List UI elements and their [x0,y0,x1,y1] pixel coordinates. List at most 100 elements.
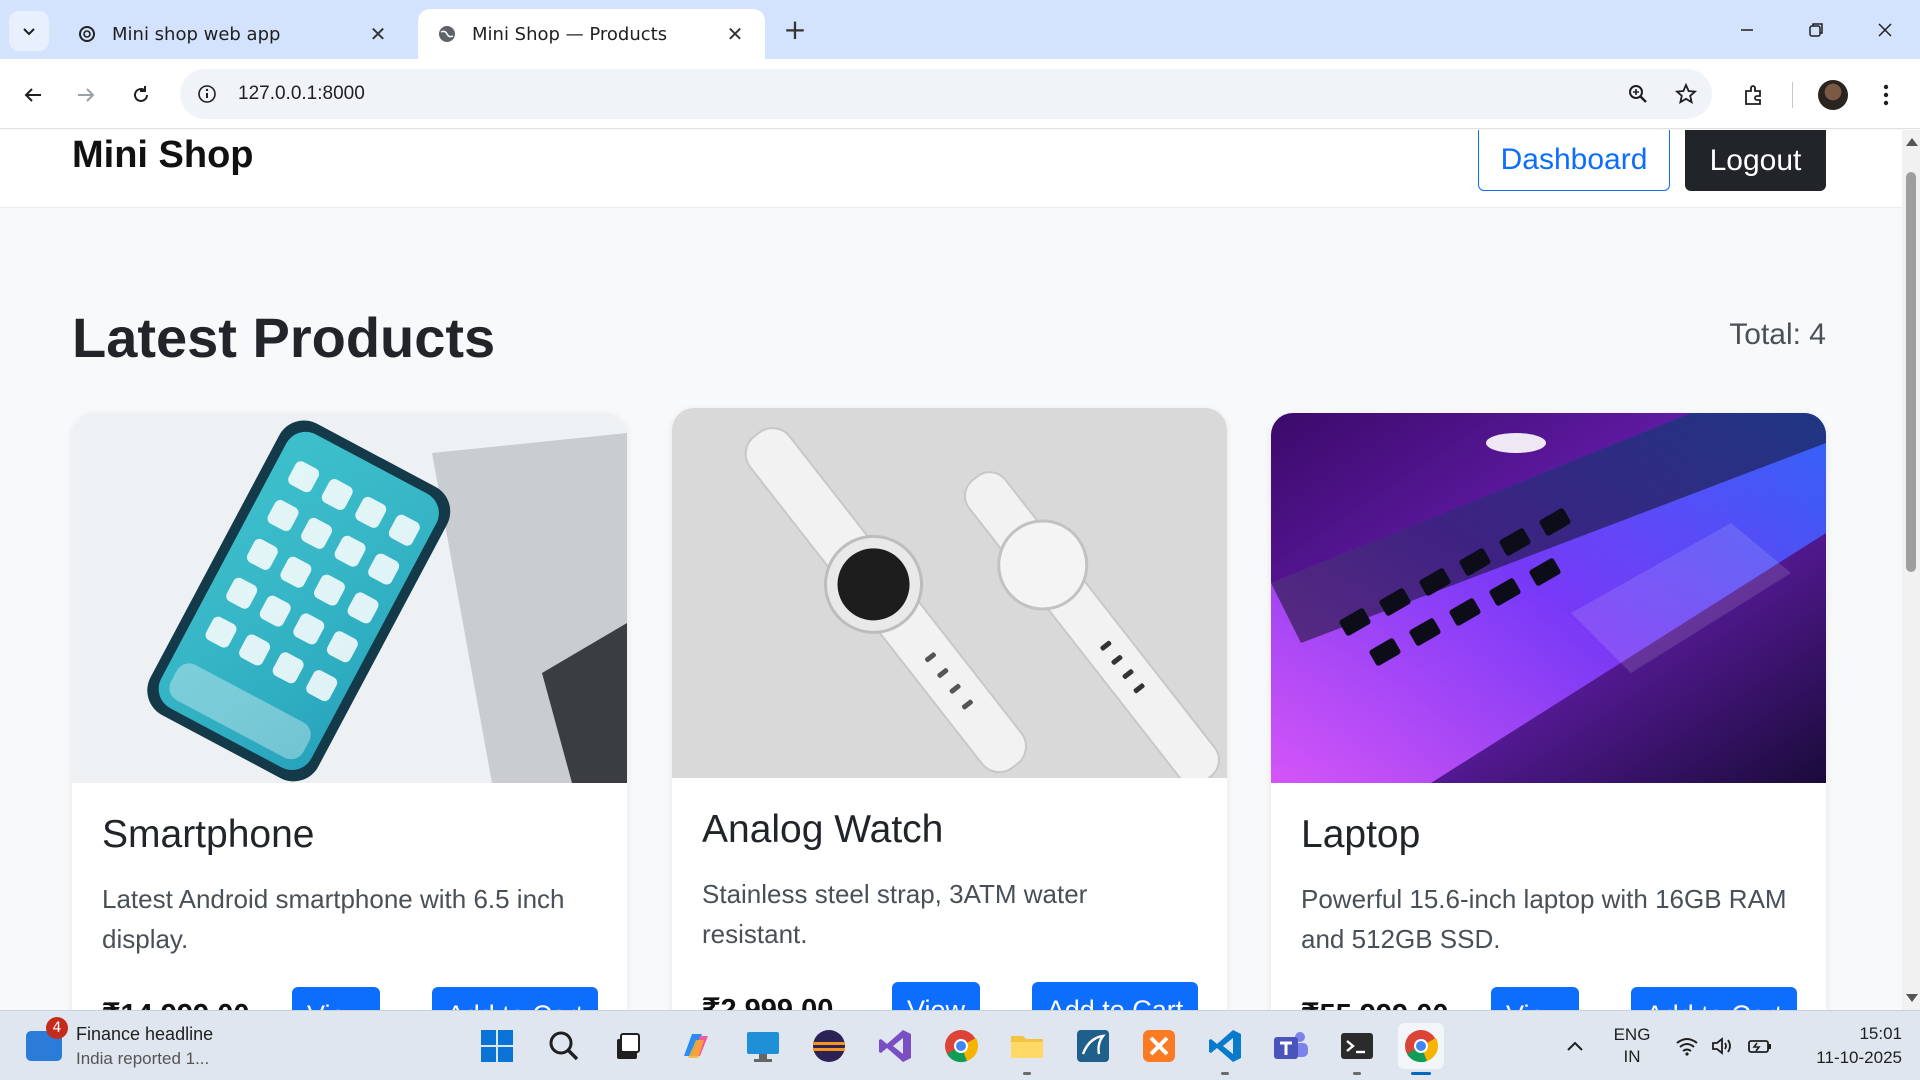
forward-button[interactable] [66,75,106,115]
restore-button[interactable] [1793,10,1839,50]
brand-logo[interactable]: Mini Shop [72,134,254,177]
copilot-icon [684,1034,708,1058]
clock-date: 11-10-2025 [1816,1048,1902,1067]
puzzle-icon [1745,85,1761,105]
extensions-button[interactable] [1734,75,1774,115]
teams-app[interactable] [1268,1023,1314,1069]
tab-mini-shop-web-app[interactable]: Mini shop web app ✕ [58,9,408,59]
avatar [1818,80,1848,110]
tab-mini-shop-products[interactable]: Mini Shop — Products ✕ [418,9,765,59]
region-code: IN [1623,1047,1641,1066]
reload-button[interactable] [121,75,161,115]
mysql-workbench-app[interactable] [1070,1023,1116,1069]
xampp-app[interactable] [1136,1023,1182,1069]
battery-icon [1748,1040,1771,1053]
chevron-up-icon [1567,1041,1583,1051]
reload-icon [134,86,148,102]
task-view-button[interactable] [605,1023,651,1069]
windows-taskbar: 4 Finance headline India reported 1... E… [0,1010,1920,1080]
product-title: Analog Watch [702,808,944,851]
add-to-cart-button[interactable]: Add to Cart [1631,987,1797,1010]
view-button[interactable]: View [292,987,380,1010]
visual-studio-icon [879,1030,911,1062]
system-tray-status[interactable] [1674,1011,1774,1080]
tab-title: Mini shop web app [112,23,281,45]
product-price: ₹55,999.00 [1301,997,1448,1010]
tab-title: Mini Shop — Products [472,23,668,45]
terminal-app[interactable] [1334,1023,1380,1075]
logout-button[interactable]: Logout [1685,130,1826,191]
new-tab-button[interactable]: + [780,13,810,46]
scrollbar-thumb[interactable] [1906,172,1916,572]
search-icon [549,1031,579,1061]
zoom-icon[interactable] [1618,74,1658,114]
more-vertical-icon [1883,84,1889,106]
terminal-icon [1341,1033,1373,1059]
file-explorer-app[interactable] [1004,1023,1050,1075]
scroll-down-arrow[interactable] [1906,994,1918,1002]
notification-badge: 4 [46,1017,68,1039]
start-button[interactable] [474,1023,520,1069]
add-to-cart-button[interactable]: Add to Cart [432,987,598,1010]
news-title: Finance headline [76,1023,214,1044]
scroll-up-arrow[interactable] [1906,138,1918,146]
chrome-icon [1405,1030,1439,1063]
minimize-button[interactable] [1724,10,1770,50]
vscode-app[interactable] [1202,1023,1248,1075]
visual-studio-app[interactable] [872,1023,918,1069]
folder-icon [1011,1036,1043,1058]
product-price: ₹2,999.00 [702,994,834,1010]
watch-image [672,408,1227,778]
view-button[interactable]: View [1491,987,1579,1010]
url-text[interactable]: 127.0.0.1:8000 [238,83,365,105]
product-price: ₹14,999.00 [102,997,249,1010]
address-bar[interactable]: 127.0.0.1:8000 [180,69,1712,119]
remote-desktop-app[interactable] [740,1023,786,1069]
openai-icon [76,23,98,45]
monitor-icon [747,1032,779,1062]
bookmark-star-icon[interactable] [1666,74,1706,114]
product-total: Total: 4 [1729,318,1826,351]
close-icon[interactable]: ✕ [366,22,390,46]
show-hidden-icons-button[interactable] [1560,1011,1590,1080]
product-title: Laptop [1301,813,1421,856]
wifi-icon [1676,1038,1698,1056]
globe-icon [436,23,458,45]
product-description: Powerful 15.6-inch laptop with 16GB RAM … [1301,884,1787,954]
language-code: ENG [1613,1025,1651,1044]
page-scrollbar[interactable] [1902,130,1920,1010]
close-window-button[interactable] [1862,10,1908,50]
profile-button[interactable] [1813,75,1853,115]
news-icon: 4 [26,1017,68,1061]
product-card: Laptop Powerful 15.6-inch laptop with 16… [1271,413,1826,1010]
xampp-icon [1143,1030,1175,1062]
chevron-down-icon [23,28,35,36]
system-clock[interactable]: 15:01 11-10-2025 [1790,1011,1902,1080]
tab-search-button[interactable] [9,11,49,51]
chrome-app-active[interactable] [1398,1023,1444,1075]
news-widget[interactable]: 4 Finance headline India reported 1... [26,1017,214,1073]
view-button[interactable]: View [892,982,980,1010]
minimize-icon [1741,29,1753,31]
search-button[interactable] [541,1023,587,1069]
product-title: Smartphone [102,813,315,856]
product-description: Stainless steel strap, 3ATM water resist… [702,879,1088,949]
close-icon[interactable]: ✕ [723,22,747,46]
running-indicator [1221,1072,1229,1075]
add-to-cart-button[interactable]: Add to Cart [1032,982,1198,1010]
eclipse-app[interactable] [806,1023,852,1069]
chrome-app[interactable] [938,1023,984,1069]
copilot-app[interactable] [673,1023,719,1069]
volume-icon [1712,1037,1731,1055]
back-button[interactable] [13,75,53,115]
product-card: Analog Watch Stainless steel strap, 3ATM… [672,408,1227,1010]
chrome-icon [945,1030,979,1063]
dashboard-button[interactable]: Dashboard [1478,130,1670,191]
dolphin-icon [1077,1030,1109,1062]
browser-menu-button[interactable] [1866,75,1906,115]
site-info-icon[interactable] [188,75,226,113]
toolbar-divider [1792,82,1793,108]
product-card: Smartphone Latest Android smartphone wit… [72,413,627,1010]
site-navbar: Mini Shop Dashboard Logout [0,130,1902,208]
language-indicator[interactable]: ENG IN [1604,1011,1660,1080]
